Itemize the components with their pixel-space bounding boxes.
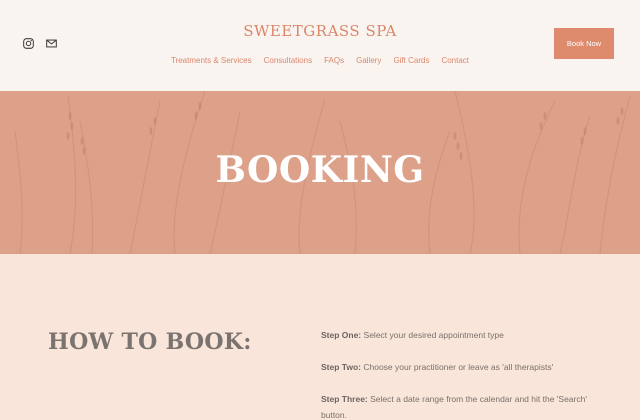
section-heading: HOW TO BOOK:: [48, 329, 252, 355]
site-header: SWEETGRASS SPA Treatments & Services Con…: [0, 0, 640, 91]
nav-link-contact[interactable]: Contact: [441, 56, 469, 65]
booking-instructions-section: HOW TO BOOK: Step One: Select your desir…: [0, 254, 640, 420]
main-nav: Treatments & Services Consultations FAQs…: [0, 56, 640, 65]
steps-list: Step One: Select your desired appointmen…: [321, 327, 591, 420]
step-label: Step One:: [321, 330, 362, 340]
nav-link-gift-cards[interactable]: Gift Cards: [393, 56, 429, 65]
step-three: Step Three: Select a date range from the…: [321, 391, 591, 420]
nav-link-gallery[interactable]: Gallery: [356, 56, 381, 65]
step-one: Step One: Select your desired appointmen…: [321, 327, 591, 343]
hero-banner: BOOKING: [0, 91, 640, 254]
nav-link-treatments[interactable]: Treatments & Services: [171, 56, 252, 65]
step-two: Step Two: Choose your practitioner or le…: [321, 359, 591, 375]
step-label: Step Three:: [321, 394, 368, 404]
nav-link-consultations[interactable]: Consultations: [264, 56, 312, 65]
step-text: Select your desired appointment type: [363, 330, 504, 340]
page-title: BOOKING: [215, 149, 425, 191]
step-label: Step Two:: [321, 362, 361, 372]
nav-link-faqs[interactable]: FAQs: [324, 56, 344, 65]
step-text: Choose your practitioner or leave as 'al…: [363, 362, 554, 372]
book-now-button[interactable]: Book Now: [554, 28, 614, 59]
site-logo[interactable]: SWEETGRASS SPA: [0, 22, 640, 40]
